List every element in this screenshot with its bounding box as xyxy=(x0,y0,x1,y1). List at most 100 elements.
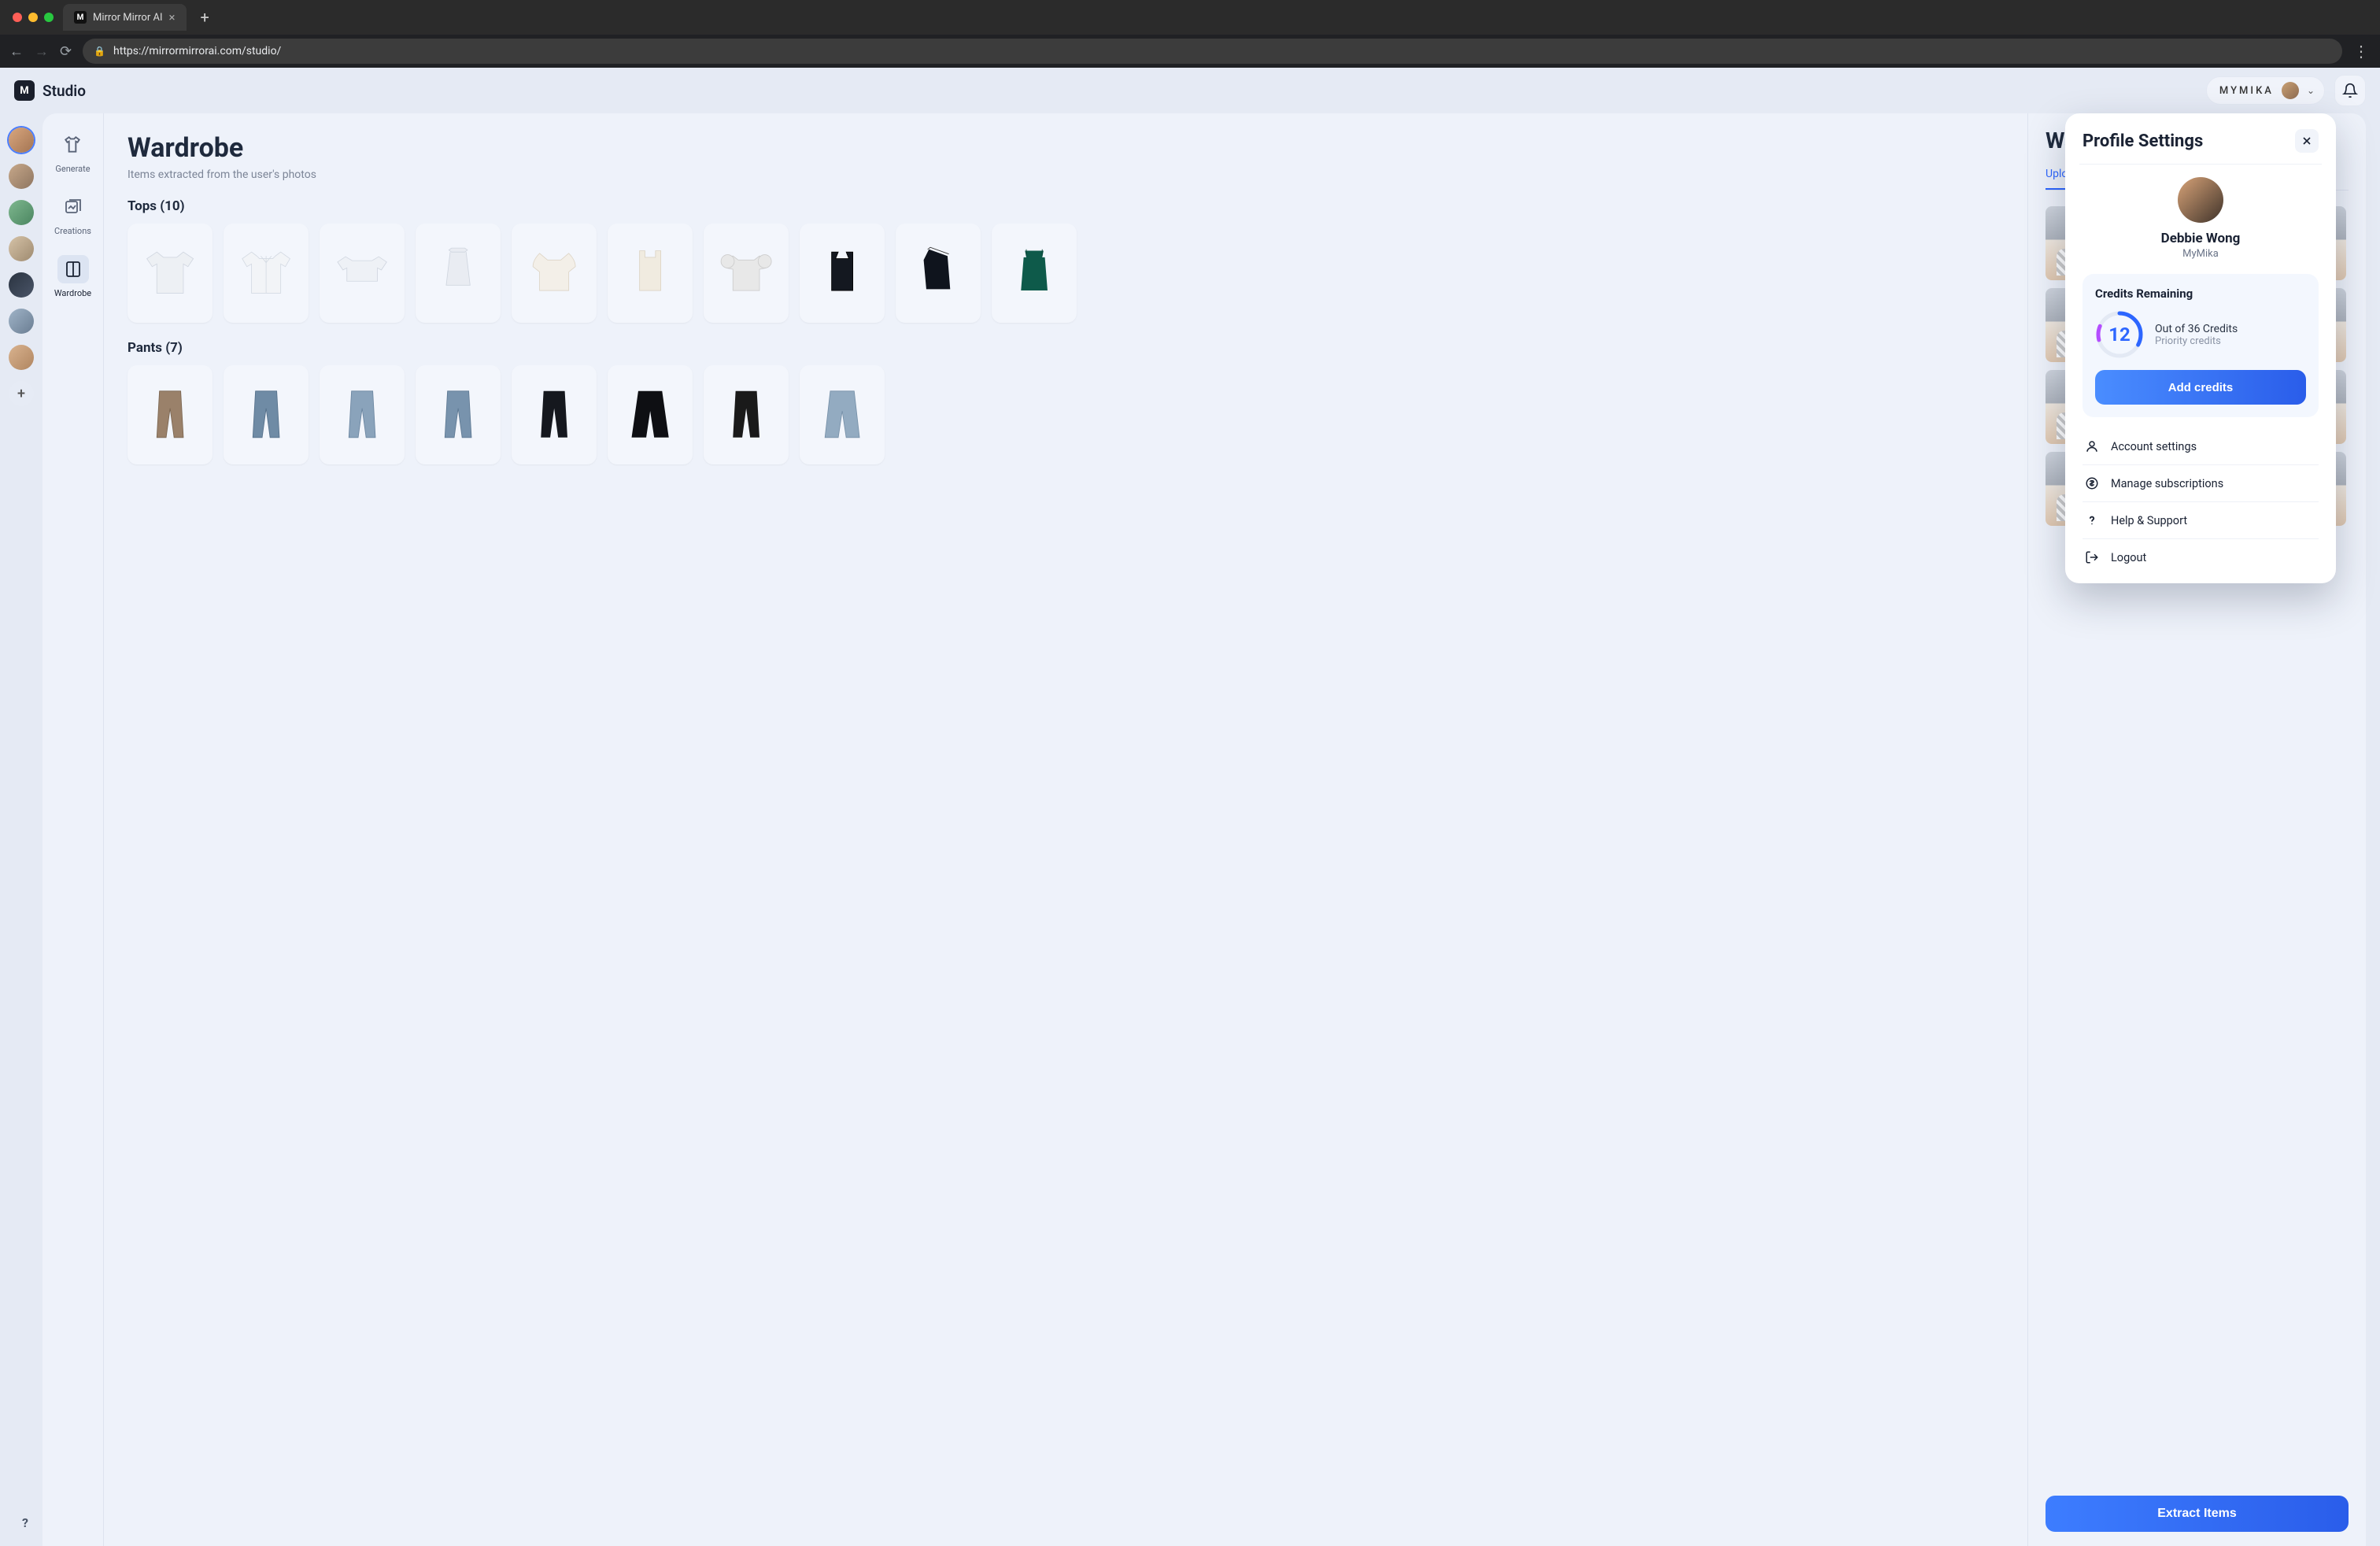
wardrobe-item[interactable] xyxy=(512,365,597,464)
popover-menu: Account settings Manage subscriptions He… xyxy=(2082,428,2319,575)
profile-settings-popover: Profile Settings Debbie Wong MyMika Cred… xyxy=(2065,113,2336,583)
notifications-button[interactable] xyxy=(2334,75,2366,106)
credits-total: Out of 36 Credits xyxy=(2155,323,2238,335)
shirt-icon xyxy=(233,235,299,312)
profile-avatar xyxy=(2178,177,2223,223)
jeans-icon xyxy=(233,376,299,453)
browser-menu-icon[interactable]: ⋮ xyxy=(2353,42,2371,61)
wardrobe-item[interactable] xyxy=(704,224,789,323)
model-avatar[interactable] xyxy=(9,164,34,189)
model-avatar[interactable] xyxy=(9,236,34,261)
wardrobe-item[interactable] xyxy=(224,365,309,464)
wardrobe-content: Wardrobe Items extracted from the user's… xyxy=(104,113,2027,1546)
wardrobe-item[interactable] xyxy=(608,224,693,323)
popover-header: Profile Settings xyxy=(2082,129,2319,153)
lock-icon: 🔒 xyxy=(94,46,105,57)
extract-items-button[interactable]: Extract Items xyxy=(2046,1496,2349,1532)
reload-icon[interactable]: ⟳ xyxy=(60,43,72,60)
jeans-icon xyxy=(329,376,395,453)
wardrobe-item[interactable] xyxy=(128,224,213,323)
wardrobe-item[interactable] xyxy=(800,224,885,323)
tank-top-icon xyxy=(617,235,683,312)
model-avatar[interactable] xyxy=(9,200,34,225)
wardrobe-item[interactable] xyxy=(608,365,693,464)
tshirt-icon xyxy=(137,235,203,312)
credits-title: Credits Remaining xyxy=(2095,287,2306,301)
menu-account-settings[interactable]: Account settings xyxy=(2082,428,2319,465)
page-title: Wardrobe xyxy=(128,132,2004,164)
camisole-icon xyxy=(1001,235,1067,312)
app-shell: M Studio MYMIKA ⌄ + xyxy=(0,68,2380,1546)
close-icon xyxy=(2301,135,2313,147)
wardrobe-item[interactable] xyxy=(896,224,981,323)
window-controls[interactable] xyxy=(8,13,54,22)
tab-close-icon[interactable]: × xyxy=(169,10,176,24)
maximize-window-icon[interactable] xyxy=(44,13,54,22)
shirt-sparkle-icon xyxy=(57,131,88,159)
one-shoulder-icon xyxy=(905,235,971,312)
divider xyxy=(2079,164,2322,165)
wardrobe-item[interactable] xyxy=(224,224,309,323)
credits-type: Priority credits xyxy=(2155,335,2238,347)
user-icon xyxy=(2084,439,2100,453)
nav-label: Creations xyxy=(54,226,91,236)
logout-icon xyxy=(2084,550,2100,564)
wardrobe-item[interactable] xyxy=(416,365,501,464)
url-bar[interactable]: 🔒 https://mirrormirrorai.com/studio/ xyxy=(83,39,2342,64)
wardrobe-item[interactable] xyxy=(320,224,405,323)
model-avatar[interactable] xyxy=(9,345,34,370)
model-avatar[interactable] xyxy=(9,272,34,298)
account-switcher[interactable]: MYMIKA ⌄ xyxy=(2206,76,2325,105)
wardrobe-item[interactable] xyxy=(512,224,597,323)
tab-title: Mirror Mirror AI xyxy=(93,12,163,24)
nav-generate[interactable]: Generate xyxy=(55,131,90,174)
jeans-icon xyxy=(425,376,491,453)
help-floater[interactable]: ? xyxy=(14,1511,36,1533)
menu-help-support[interactable]: Help & Support xyxy=(2082,502,2319,539)
add-model-button[interactable]: + xyxy=(9,381,34,406)
profile-name: Debbie Wong xyxy=(2082,231,2319,246)
new-tab-button[interactable]: + xyxy=(196,8,214,27)
model-avatar[interactable] xyxy=(9,309,34,334)
menu-logout[interactable]: Logout xyxy=(2082,539,2319,575)
refresh-dollar-icon xyxy=(2084,476,2100,490)
browser-tab[interactable]: M Mirror Mirror AI × xyxy=(63,4,187,31)
popover-title: Profile Settings xyxy=(2082,131,2203,151)
halter-top-icon xyxy=(425,235,491,312)
side-nav: Generate Creations Wardrobe xyxy=(42,113,104,1546)
credits-ring: 12 xyxy=(2095,310,2144,359)
address-bar-row: ← → ⟳ 🔒 https://mirrormirrorai.com/studi… xyxy=(0,35,2380,68)
browser-chrome: M Mirror Mirror AI × + ← → ⟳ 🔒 https://m… xyxy=(0,0,2380,68)
add-credits-button[interactable]: Add credits xyxy=(2095,370,2306,405)
close-window-icon[interactable] xyxy=(13,13,22,22)
close-button[interactable] xyxy=(2295,129,2319,153)
minimize-window-icon[interactable] xyxy=(28,13,38,22)
profile-role: MyMika xyxy=(2082,248,2319,260)
wardrobe-item[interactable] xyxy=(800,365,885,464)
wardrobe-item[interactable] xyxy=(704,365,789,464)
menu-label: Manage subscriptions xyxy=(2111,477,2223,490)
account-avatar xyxy=(2282,82,2299,99)
wardrobe-item[interactable] xyxy=(416,224,501,323)
forward-icon[interactable]: → xyxy=(35,43,49,60)
url-text: https://mirrormirrorai.com/studio/ xyxy=(113,45,281,57)
page-subtitle: Items extracted from the user's photos xyxy=(128,168,2004,181)
back-icon[interactable]: ← xyxy=(9,43,24,60)
wardrobe-item[interactable] xyxy=(992,224,1077,323)
app-topbar: M Studio MYMIKA ⌄ xyxy=(0,68,2380,113)
avatar-rail: + xyxy=(0,113,42,1546)
credits-text: Out of 36 Credits Priority credits xyxy=(2155,323,2238,347)
nav-wardrobe[interactable]: Wardrobe xyxy=(54,255,91,298)
menu-manage-subscriptions[interactable]: Manage subscriptions xyxy=(2082,465,2319,502)
model-avatar[interactable] xyxy=(9,128,34,153)
section-tops: Tops (10) xyxy=(128,198,2004,323)
crop-top-icon xyxy=(329,235,395,312)
menu-label: Help & Support xyxy=(2111,514,2187,527)
chevron-down-icon: ⌄ xyxy=(2307,85,2315,96)
bell-icon xyxy=(2342,83,2358,98)
topbar-right: MYMIKA ⌄ xyxy=(2206,75,2366,106)
question-icon xyxy=(2084,513,2100,527)
wardrobe-item[interactable] xyxy=(320,365,405,464)
wardrobe-item[interactable] xyxy=(128,365,213,464)
nav-creations[interactable]: Creations xyxy=(54,193,91,236)
